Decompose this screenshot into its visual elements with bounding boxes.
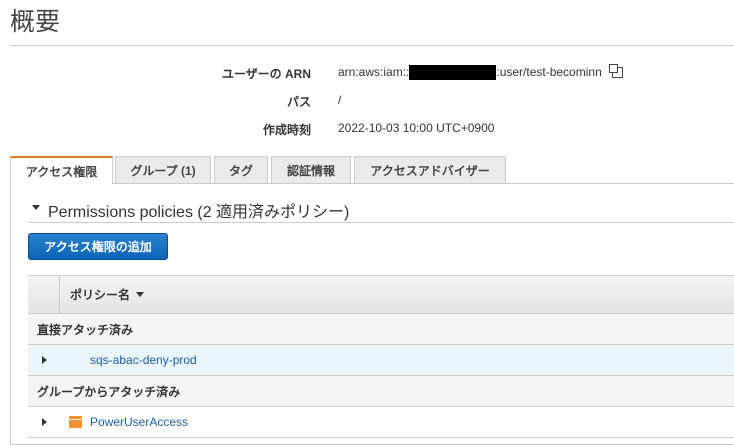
arn-prefix: arn:aws:iam::: [338, 65, 410, 79]
sort-caret-icon: [136, 292, 145, 297]
column-label: ポリシー名: [70, 288, 131, 302]
policy-link[interactable]: sqs-abac-deny-prod: [90, 353, 197, 367]
table-row[interactable]: PowerUserAccess: [28, 407, 734, 438]
expand-icon[interactable]: [42, 418, 47, 426]
policy-link[interactable]: PowerUserAccess: [90, 415, 188, 429]
table-header: ポリシー名: [28, 276, 734, 314]
created-label: 作成時刻: [262, 123, 311, 137]
group-header: 直接アタッチ済み: [28, 314, 734, 345]
section-title[interactable]: Permissions policies (2 適用済みポリシー): [48, 198, 349, 222]
path-label: パス: [286, 95, 311, 109]
tab-access-advisor[interactable]: アクセスアドバイザー: [354, 156, 506, 183]
tab-tags[interactable]: タグ: [214, 156, 268, 183]
arn-suffix: :user/test-becominn: [496, 65, 602, 79]
redacted-account-id: [409, 65, 497, 81]
aws-managed-policy-icon: [69, 416, 82, 428]
expand-icon[interactable]: [42, 356, 47, 364]
add-permissions-button[interactable]: アクセス権限の追加: [28, 233, 168, 260]
arn-value: arn:aws:iam:::user/test-becominn: [338, 64, 623, 81]
divider: [28, 222, 734, 223]
policies-table: ポリシー名 直接アタッチ済み sqs-abac-deny-prod グループから…: [28, 275, 734, 438]
copy-icon[interactable]: [608, 64, 623, 79]
created-value: 2022-10-03 10:00 UTC+0900: [338, 121, 495, 135]
tab-permissions[interactable]: アクセス権限: [10, 156, 113, 184]
table-row[interactable]: sqs-abac-deny-prod: [28, 345, 734, 376]
path-value: /: [338, 93, 342, 107]
divider: [10, 45, 734, 46]
group-header: グループからアタッチ済み: [28, 376, 734, 407]
tab-credentials[interactable]: 認証情報: [271, 156, 351, 183]
collapse-caret-icon[interactable]: [32, 205, 40, 210]
column-policy-name[interactable]: ポリシー名: [60, 276, 145, 313]
header-spacer: [28, 276, 60, 313]
arn-label: ユーザーの ARN: [221, 67, 311, 81]
tab-groups[interactable]: グループ (1): [115, 156, 211, 183]
page-title: 概要: [10, 8, 61, 36]
